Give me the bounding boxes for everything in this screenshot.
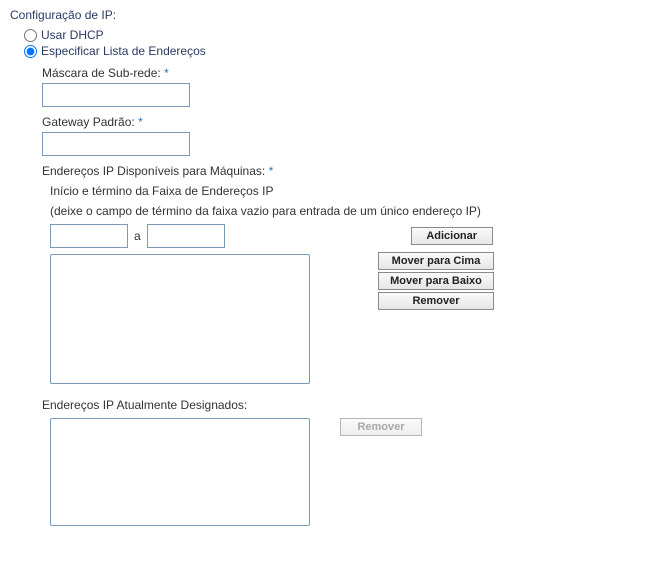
- move-up-button[interactable]: Mover para Cima: [378, 252, 494, 270]
- available-ip-listbox[interactable]: [50, 254, 310, 384]
- page-title: Configuração de IP:: [10, 8, 645, 22]
- available-ips-label: Endereços IP Disponíveis para Máquinas: …: [42, 164, 645, 178]
- subnet-label: Máscara de Sub-rede: *: [42, 66, 645, 80]
- radio-use-dhcp-row[interactable]: Usar DHCP: [24, 28, 645, 42]
- remove-available-button[interactable]: Remover: [378, 292, 494, 310]
- range-hint: (deixe o campo de término da faixa vazio…: [50, 204, 645, 218]
- required-asterisk: *: [138, 115, 143, 129]
- range-start-input[interactable]: [50, 224, 128, 248]
- range-separator: a: [134, 229, 141, 243]
- range-heading: Início e término da Faixa de Endereços I…: [50, 184, 645, 198]
- assigned-label: Endereços IP Atualmente Designados:: [42, 398, 645, 412]
- required-asterisk: *: [164, 66, 169, 80]
- required-asterisk: *: [269, 164, 274, 178]
- subnet-input[interactable]: [42, 83, 190, 107]
- remove-assigned-button[interactable]: Remover: [340, 418, 422, 436]
- radio-use-dhcp[interactable]: [24, 29, 37, 42]
- radio-specify-list[interactable]: [24, 45, 37, 58]
- gateway-label: Gateway Padrão: *: [42, 115, 645, 129]
- add-button[interactable]: Adicionar: [411, 227, 493, 245]
- radio-specify-list-row[interactable]: Especificar Lista de Endereços: [24, 44, 645, 58]
- assigned-ip-listbox[interactable]: [50, 418, 310, 526]
- radio-use-dhcp-label: Usar DHCP: [41, 28, 104, 42]
- range-end-input[interactable]: [147, 224, 225, 248]
- radio-specify-list-label: Especificar Lista de Endereços: [41, 44, 206, 58]
- move-down-button[interactable]: Mover para Baixo: [378, 272, 494, 290]
- gateway-input[interactable]: [42, 132, 190, 156]
